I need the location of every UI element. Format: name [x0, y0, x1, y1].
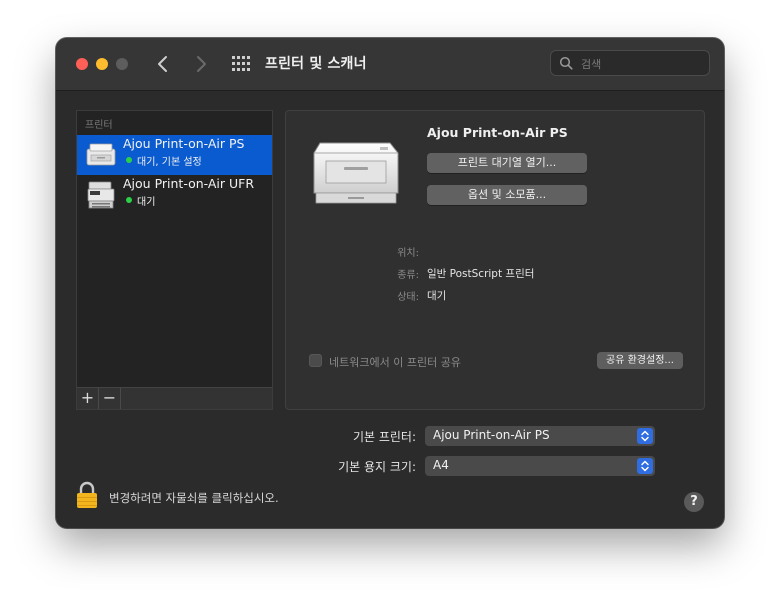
- status-label: 상태:: [397, 292, 419, 303]
- lock-icon[interactable]: [76, 481, 98, 509]
- options-supplies-button[interactable]: 옵션 및 소모품...: [427, 185, 587, 205]
- select-arrows-icon: [637, 428, 653, 444]
- printer-list-header: 프린터: [85, 120, 113, 131]
- printers-window: 프린터 및 스캐너 프린터 Ajou Print-on-Air PS 대기, 기…: [56, 38, 724, 528]
- share-printer-checkbox[interactable]: [309, 354, 322, 367]
- window-title: 프린터 및 스캐너: [265, 56, 367, 72]
- zoom-window-button[interactable]: [116, 58, 128, 70]
- printer-list-toolbar: + −: [77, 387, 272, 409]
- printer-detail-panel: Ajou Print-on-Air PS 프린트 대기열 열기... 옵션 및 …: [285, 110, 705, 410]
- search-field[interactable]: [550, 50, 710, 76]
- sharing-preferences-button[interactable]: 공유 환경설정...: [597, 352, 683, 369]
- paper-size-value: A4: [433, 458, 449, 472]
- kind-value: 일반 PostScript 프린터: [427, 268, 535, 280]
- printer-name: Ajou Print-on-Air UFR: [123, 176, 255, 191]
- select-arrows-icon: [637, 458, 653, 474]
- printer-list-item[interactable]: Ajou Print-on-Air UFR 대기: [77, 175, 272, 215]
- printer-list-item[interactable]: Ajou Print-on-Air PS 대기, 기본 설정: [77, 135, 272, 175]
- status-value: 대기: [427, 290, 447, 302]
- help-button[interactable]: ?: [684, 492, 704, 512]
- minimize-window-button[interactable]: [96, 58, 108, 70]
- printer-status: 대기: [137, 197, 156, 208]
- remove-printer-button[interactable]: −: [99, 388, 121, 409]
- title-bar: 프린터 및 스캐너: [56, 38, 724, 91]
- printer-list: 프린터 Ajou Print-on-Air PS 대기, 기본 설정 Ajou: [76, 110, 273, 410]
- show-all-grid-icon[interactable]: [232, 56, 250, 72]
- share-printer-label: 네트워크에서 이 프린터 공유: [329, 356, 461, 369]
- open-print-queue-button[interactable]: 프린트 대기열 열기...: [427, 153, 587, 173]
- lock-instruction-text: 변경하려면 자물쇠를 클릭하십시오.: [109, 491, 279, 505]
- search-icon: [559, 56, 573, 70]
- selected-printer-name: Ajou Print-on-Air PS: [427, 125, 568, 140]
- default-printer-label: 기본 프린터:: [352, 430, 416, 444]
- back-button[interactable]: [152, 52, 174, 76]
- chevron-left-icon: [158, 56, 167, 72]
- search-input[interactable]: [579, 54, 703, 74]
- chevron-right-icon: [197, 56, 206, 72]
- printer-large-icon: [313, 142, 399, 204]
- paper-size-select[interactable]: A4: [425, 456, 655, 476]
- status-dot-icon: [126, 197, 132, 203]
- forward-button[interactable]: [190, 52, 212, 76]
- kind-label: 종류:: [397, 270, 419, 281]
- default-printer-select[interactable]: Ajou Print-on-Air PS: [425, 426, 655, 446]
- multifunction-printer-icon: [87, 181, 115, 209]
- default-printer-value: Ajou Print-on-Air PS: [433, 428, 550, 442]
- status-dot-icon: [126, 157, 132, 163]
- printer-icon: [86, 143, 116, 166]
- add-printer-button[interactable]: +: [77, 388, 99, 409]
- paper-size-label: 기본 용지 크기:: [338, 460, 416, 474]
- close-window-button[interactable]: [76, 58, 88, 70]
- location-label: 위치:: [397, 248, 419, 259]
- printer-name: Ajou Print-on-Air PS: [123, 136, 245, 151]
- printer-status: 대기, 기본 설정: [137, 157, 202, 168]
